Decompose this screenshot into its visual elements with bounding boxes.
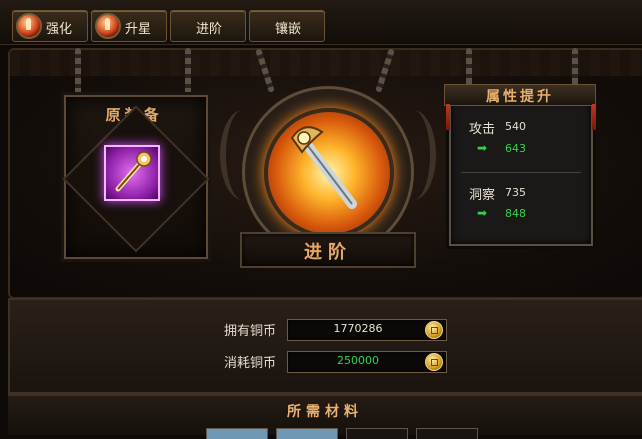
tab-inlay-label: 镶嵌 bbox=[275, 22, 302, 37]
chain-decoration bbox=[572, 48, 578, 86]
weapon-icon bbox=[115, 151, 152, 192]
tab-upstar[interactable]: 升星 bbox=[91, 10, 167, 42]
advance-item-slot[interactable] bbox=[264, 108, 394, 238]
cost-coins-value: 250000 bbox=[337, 354, 379, 367]
coin-panel: 拥有铜币 1770286 消耗铜币 250000 bbox=[8, 298, 642, 394]
attribute-panel-header: 属性提升 bbox=[444, 84, 596, 106]
tab-strengthen[interactable]: 强化 bbox=[12, 10, 88, 42]
materials-panel: 所需材料 bbox=[8, 394, 642, 439]
tab-inlay[interactable]: 镶嵌 bbox=[249, 10, 325, 42]
attribute-divider bbox=[461, 172, 581, 173]
flame-orb-icon bbox=[95, 13, 121, 39]
tab-bar: 强化 升星 进阶 镶嵌 bbox=[0, 0, 642, 45]
right-arrow-icon: ➡ bbox=[477, 141, 488, 155]
stat-attack-name: 攻击 bbox=[469, 122, 496, 137]
tassel-decoration bbox=[592, 104, 596, 130]
tab-strengthen-label: 强化 bbox=[46, 22, 73, 37]
stat-insight-value: 735 bbox=[505, 186, 526, 199]
tab-advance[interactable]: 进阶 bbox=[170, 10, 246, 42]
stat-insight-new-value: 848 bbox=[505, 207, 526, 220]
chain-decoration bbox=[185, 48, 191, 98]
owned-coins-label: 拥有铜币 bbox=[224, 324, 277, 339]
stat-insight-name: 洞察 bbox=[469, 188, 496, 203]
tab-advance-label: 进阶 bbox=[196, 22, 223, 37]
decorative-border bbox=[10, 50, 642, 76]
stat-attack-value: 540 bbox=[505, 120, 526, 133]
tab-upstar-label: 升星 bbox=[125, 22, 152, 37]
original-equipment-frame: 原装备 bbox=[62, 95, 210, 259]
material-slot[interactable] bbox=[206, 428, 268, 439]
tassel-decoration bbox=[446, 104, 450, 130]
weapon-icon bbox=[290, 126, 357, 209]
stat-attack-new-value: 643 bbox=[505, 142, 526, 155]
materials-title: 所需材料 bbox=[287, 404, 363, 420]
original-equipment-slot[interactable] bbox=[104, 145, 160, 201]
copper-coin-icon bbox=[425, 353, 443, 371]
cost-coins-label: 消耗铜币 bbox=[224, 356, 277, 371]
material-slot[interactable] bbox=[276, 428, 338, 439]
owned-coins-field: 1770286 bbox=[287, 319, 447, 341]
right-arrow-icon: ➡ bbox=[477, 206, 488, 220]
chain-decoration bbox=[75, 48, 81, 98]
advance-button[interactable]: 进阶 bbox=[240, 232, 416, 268]
attribute-panel-title: 属性提升 bbox=[486, 89, 554, 105]
owned-coins-value: 1770286 bbox=[333, 322, 383, 335]
flame-orb-icon bbox=[16, 13, 42, 39]
attribute-panel: 攻击 540 ➡ 643 洞察 735 ➡ 848 bbox=[449, 100, 593, 246]
material-slot[interactable] bbox=[416, 428, 478, 439]
material-slot[interactable] bbox=[346, 428, 408, 439]
chain-decoration bbox=[466, 48, 472, 86]
cost-coins-field: 250000 bbox=[287, 351, 447, 373]
advance-button-label: 进阶 bbox=[304, 242, 352, 263]
copper-coin-icon bbox=[425, 321, 443, 339]
